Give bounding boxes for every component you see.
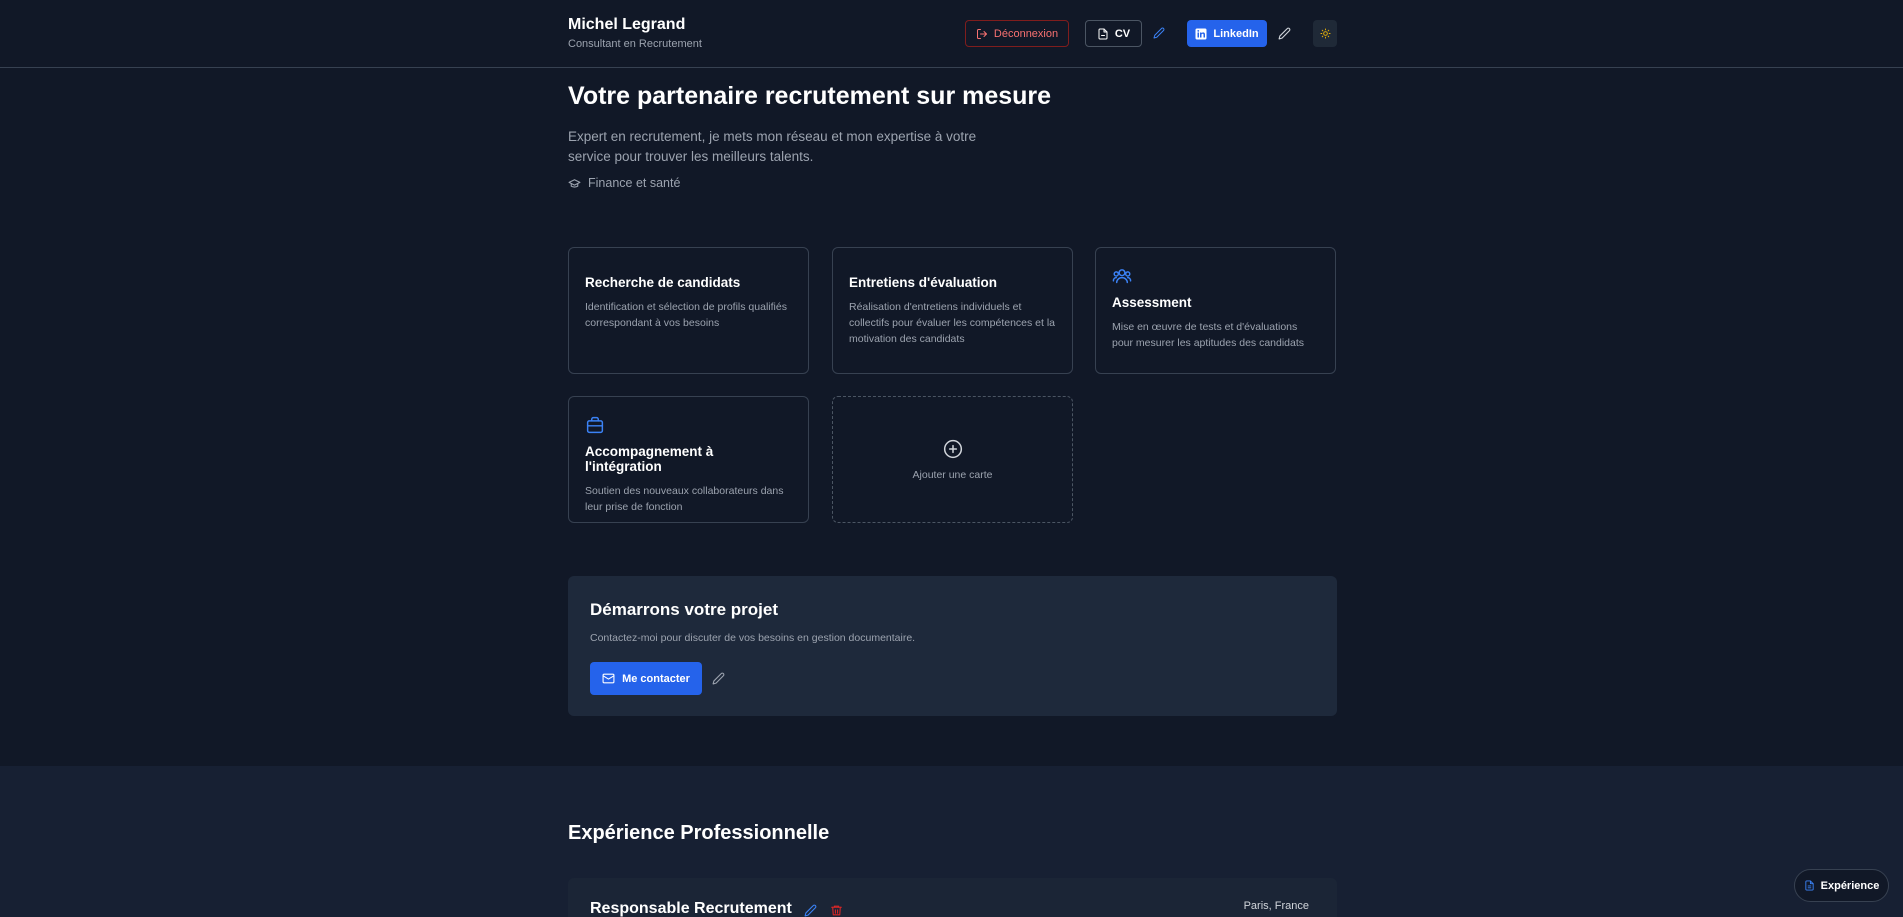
header: Michel Legrand Consultant en Recrutement… [0,0,1903,68]
cta-section: Démarrons votre projet Contactez-moi pou… [568,576,1337,716]
delete-experience-trash-icon[interactable] [830,904,844,917]
service-card[interactable]: Accompagnement à l'intégration Soutien d… [568,396,809,523]
edit-experience-pencil-icon[interactable] [804,904,818,917]
experience-item: Responsable Recrutement Paris, France [568,878,1337,917]
theme-toggle-button[interactable] [1313,20,1337,47]
hero-tag: Finance et santé [568,176,680,190]
file-icon [1098,28,1108,39]
card-description: Réalisation d'entretiens individuels et … [849,301,1056,345]
logout-button[interactable]: Déconnexion [965,20,1069,47]
experience-section: Expérience Professionnelle Responsable R… [0,766,1903,917]
linkedin-button[interactable]: LinkedIn [1187,20,1267,47]
contact-button-label: Me contacter [622,672,690,685]
edit-linkedin-pencil-icon[interactable] [1277,26,1291,40]
cv-label: CV [1114,27,1131,40]
hero-description: Expert en recrutement, je mets mon résea… [568,129,977,164]
logout-icon [976,28,987,39]
mail-icon [602,673,615,684]
service-card[interactable]: Assessment Mise en œuvre de tests et d'é… [1095,247,1336,374]
add-card-label: Ajouter une carte [912,468,993,481]
service-card[interactable]: Entretiens d'évaluation Réalisation d'en… [832,247,1073,374]
logout-label: Déconnexion [993,27,1059,40]
sun-icon [1319,28,1331,39]
graduation-cap-icon [568,178,581,188]
card-description: Identification et sélection de profils q… [585,301,787,329]
card-title: Recherche de candidats [585,275,741,290]
experience-job-title: Responsable Recrutement [590,900,792,917]
card-description: Soutien des nouveaux collaborateurs dans… [585,485,784,513]
experience-location: Paris, France [1243,900,1309,912]
cta-description: Contactez-moi pour discuter de vos besoi… [590,632,916,644]
brand: Michel Legrand Consultant en Recrutement [568,16,702,50]
edit-cta-pencil-icon[interactable] [712,672,726,686]
hero-tag-label: Finance et santé [588,176,681,190]
cv-button[interactable]: CV [1085,20,1142,47]
add-card-button[interactable]: Ajouter une carte [832,396,1073,523]
card-description: Mise en œuvre de tests et d'évaluations … [1112,321,1305,349]
document-icon [1805,880,1814,891]
experience-floating-button[interactable]: Expérience [1794,869,1889,902]
contact-button[interactable]: Me contacter [590,662,702,695]
service-card[interactable]: Recherche de candidats Identification et… [568,247,809,374]
plus-circle-icon [943,439,962,458]
linkedin-icon [1195,28,1207,39]
card-title: Assessment [1112,295,1192,310]
brand-subtitle: Consultant en Recrutement [568,38,702,50]
card-title: Accompagnement à l'intégration [585,444,714,474]
experience-title: Expérience Professionnelle [568,822,830,844]
brand-name: Michel Legrand [568,16,686,33]
users-icon [1112,267,1319,285]
briefcase-icon [585,416,792,434]
hero-title: Votre partenaire recrutement sur mesure [568,82,1052,110]
card-title: Entretiens d'évaluation [849,275,997,290]
linkedin-label: LinkedIn [1213,27,1259,40]
edit-cv-pencil-icon[interactable] [1152,26,1166,40]
cta-title: Démarrons votre projet [590,600,778,619]
floating-button-label: Expérience [1820,879,1880,892]
